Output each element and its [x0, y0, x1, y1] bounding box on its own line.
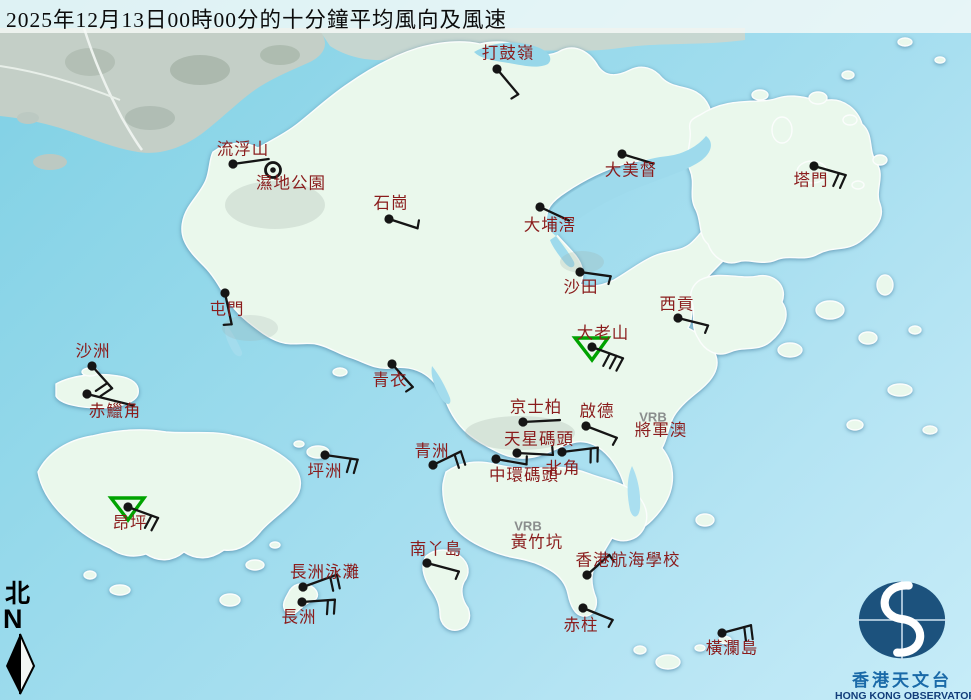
- north-compass: 北 N: [3, 582, 43, 700]
- station-label: 青衣: [373, 371, 408, 390]
- hko-name-english: HONG KONG OBSERVATORY: [835, 690, 969, 700]
- hong-kong-map: 打鼓嶺流浮山濕地公園石崗大埔滘 大美督塔門沙田西貢大老山 屯門沙洲赤鱲角 青衣京士柏啟…: [0, 0, 971, 700]
- hko-logo: 香港天文台 HONG KONG OBSERVATORY: [835, 574, 969, 700]
- north-arrow-icon: [3, 632, 39, 696]
- station-label: 赤鱲角: [89, 402, 142, 421]
- wind-barb-half-tick: [224, 324, 232, 325]
- station-label: 橫瀾島: [706, 639, 759, 658]
- station-label: 屯門: [210, 300, 245, 319]
- station-label: 長洲: [282, 608, 317, 627]
- wind-barb-shaft: [496, 459, 527, 464]
- wind-barb-half-tick: [609, 620, 613, 627]
- wind-barb-half-tick: [418, 220, 419, 228]
- station-label: 天星碼頭: [504, 430, 574, 449]
- station-label: 青洲: [415, 442, 450, 461]
- variable-wind-label: VRB: [514, 519, 541, 534]
- wind-barb-full-tick: [334, 600, 335, 614]
- wind-map-screenshot: 打鼓嶺流浮山濕地公園石崗大埔滘 大美督塔門沙田西貢大老山 屯門沙洲赤鱲角 青衣京士柏啟…: [0, 0, 971, 700]
- hko-name-chinese: 香港天文台: [835, 671, 969, 690]
- wind-barb-shaft: [580, 272, 611, 276]
- station-barb: 青洲: [415, 442, 466, 470]
- map-title: 2025年12月13日00時00分的十分鐘平均風向及風速: [6, 3, 507, 34]
- wind-barb-full-tick: [347, 459, 351, 472]
- station-label: 沙洲: [76, 342, 111, 361]
- station-label: 昂坪: [113, 514, 148, 533]
- wind-barb-full-tick: [327, 600, 328, 614]
- station-label: 赤柱: [564, 616, 599, 635]
- station-vrb: VRB將軍澳: [635, 410, 688, 440]
- wind-barb-shaft: [722, 625, 751, 633]
- station-label: 坪洲: [308, 462, 343, 481]
- station-label: 西貢: [660, 295, 695, 314]
- station-barb: 橫瀾島: [706, 625, 759, 657]
- station-label: 長洲泳灘: [290, 563, 360, 582]
- hko-logo-icon: [847, 574, 957, 666]
- station-label: 塔門: [794, 171, 829, 190]
- station-label: 大老山: [577, 324, 630, 343]
- station-label: 香港航海學校: [576, 551, 681, 570]
- station-label: 打鼓嶺: [482, 44, 535, 63]
- station-label: 大美督: [605, 161, 658, 180]
- wind-barb-full-tick: [751, 625, 753, 639]
- station-label: 啟德: [580, 402, 615, 421]
- station-barb: 香港航海學校: [576, 551, 681, 580]
- station-label: 黃竹坑: [511, 533, 564, 552]
- station-label: 南丫島: [410, 540, 463, 559]
- station-dot: [270, 167, 276, 173]
- station-label: 沙田: [564, 278, 599, 297]
- station-label: 石崗: [374, 194, 409, 213]
- station-label: 濕地公園: [256, 174, 326, 193]
- north-label-letter: N: [3, 607, 43, 632]
- wind-barb-full-tick: [354, 460, 358, 473]
- station-label: 大埔滘: [524, 216, 577, 235]
- station-label: 京士柏: [510, 398, 563, 417]
- wind-barb-shaft: [325, 455, 358, 460]
- station-label: 將軍澳: [635, 421, 688, 440]
- station-label: 流浮山: [217, 140, 270, 159]
- wind-barb-full-tick: [461, 451, 465, 464]
- station-barb: 長洲泳灘: [290, 563, 360, 592]
- station-label: 北角: [546, 459, 581, 478]
